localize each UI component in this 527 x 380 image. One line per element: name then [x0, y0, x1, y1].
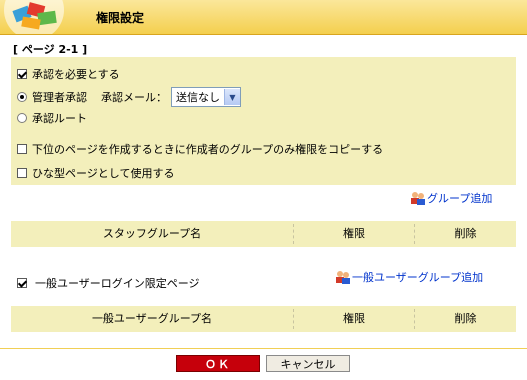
- approval-mail-label: 承認メール：: [101, 91, 167, 104]
- add-group-link[interactable]: グループ追加: [410, 190, 492, 206]
- use-as-template-row: ひな型ページとして使用する: [17, 165, 174, 181]
- ok-button[interactable]: ＯＫ: [176, 355, 260, 372]
- page-title: 権限設定: [96, 11, 145, 25]
- use-as-template-label: ひな型ページとして使用する: [32, 167, 175, 180]
- approval-route-radio[interactable]: [17, 113, 27, 123]
- require-approval-checkbox[interactable]: [17, 69, 27, 79]
- chevron-down-icon[interactable]: ▼: [224, 89, 240, 105]
- staff-delete-column: 削除: [454, 227, 477, 240]
- general-user-permission-column: 権限: [343, 312, 365, 325]
- general-user-login-row: 一般ユーザーログイン限定ページ: [17, 275, 200, 291]
- people-icon: [411, 192, 425, 205]
- header-bar: 権限設定: [0, 0, 527, 35]
- staff-group-table-header: スタッフグループ名 権限 削除: [11, 221, 516, 247]
- footer-divider: [0, 348, 527, 349]
- copy-group-permission-row: 下位のページを作成するときに作成者のグループのみ権限をコピーする: [17, 141, 383, 157]
- cancel-button[interactable]: キャンセル: [266, 355, 350, 372]
- approval-mail-value: 送信なし: [176, 91, 220, 104]
- approval-route-row: 承認ルート: [17, 110, 87, 126]
- use-as-template-checkbox[interactable]: [17, 168, 27, 178]
- staff-permission-column: 権限: [343, 227, 365, 240]
- admin-approval-radio[interactable]: [17, 92, 27, 102]
- general-user-group-table-header: 一般ユーザーグループ名 権限 削除: [11, 306, 516, 332]
- admin-approval-label: 管理者承認: [32, 91, 87, 104]
- approval-route-label: 承認ルート: [32, 112, 87, 125]
- approval-options-panel: 承認を必要とする 管理者承認 承認メール： 送信なし ▼ 承認ルート 下位のペー…: [11, 57, 516, 185]
- general-user-delete-column: 削除: [454, 312, 477, 325]
- general-user-login-label: 一般ユーザーログイン限定ページ: [35, 277, 200, 290]
- add-general-user-group-link[interactable]: 一般ユーザーグループ追加: [335, 269, 483, 285]
- copy-group-permission-label: 下位のページを作成するときに作成者のグループのみ権限をコピーする: [32, 143, 384, 156]
- require-approval-label: 承認を必要とする: [32, 68, 120, 81]
- require-approval-row: 承認を必要とする: [17, 66, 120, 82]
- general-user-login-checkbox[interactable]: [17, 278, 27, 288]
- copy-group-permission-checkbox[interactable]: [17, 144, 27, 154]
- general-user-group-name-column: 一般ユーザーグループ名: [91, 312, 213, 325]
- add-group-label: グループ追加: [427, 192, 493, 205]
- books-logo-icon: [4, 0, 64, 34]
- admin-approval-row: 管理者承認 承認メール： 送信なし ▼: [17, 87, 241, 107]
- page-number-label: [ ページ 2-1 ]: [13, 43, 88, 56]
- staff-group-name-column: スタッフグループ名: [102, 227, 202, 240]
- people-icon: [336, 271, 350, 284]
- add-general-user-group-label: 一般ユーザーグループ追加: [352, 271, 484, 284]
- approval-mail-select[interactable]: 送信なし ▼: [171, 87, 241, 107]
